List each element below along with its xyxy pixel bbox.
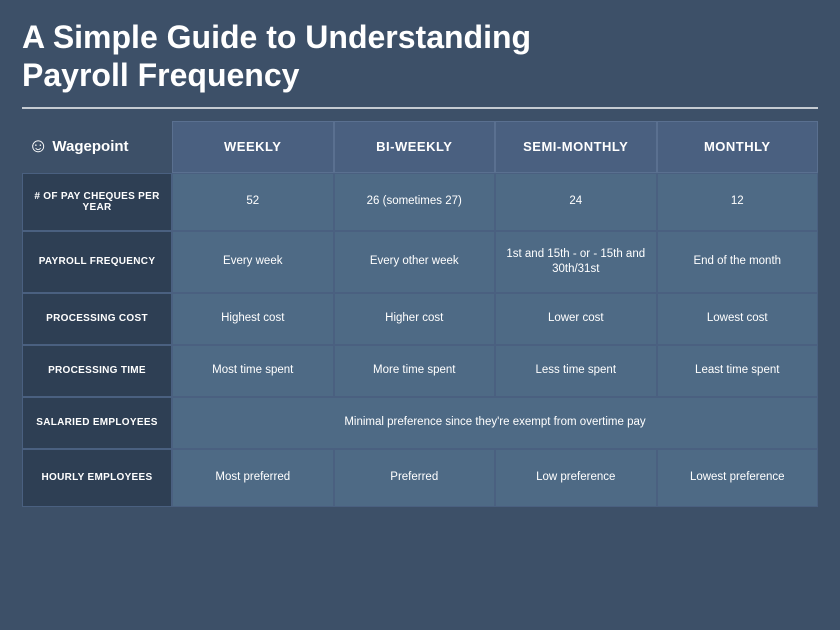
biweekly-paycheques: 26 (sometimes 27) (334, 173, 496, 231)
logo-cell: ☺ Wagepoint (22, 121, 172, 173)
logo-name: Wagepoint (52, 138, 128, 155)
col-monthly: MONTHLY 12 End of the month Lowest cost … (657, 121, 819, 616)
page-wrapper: A Simple Guide to Understanding Payroll … (0, 0, 840, 630)
page-title: A Simple Guide to Understanding Payroll … (22, 18, 818, 95)
semimonthly-time: Less time spent (495, 345, 657, 397)
divider (22, 107, 818, 109)
label-time: PROCESSING TIME (22, 345, 172, 397)
semimonthly-frequency: 1st and 15th - or - 15th and 30th/31st (495, 231, 657, 293)
header-semimonthly: SEMI-MONTHLY (495, 121, 657, 173)
col-semimonthly: SEMI-MONTHLY 24 1st and 15th - or - 15th… (495, 121, 657, 616)
biweekly-time: More time spent (334, 345, 496, 397)
biweekly-frequency: Every other week (334, 231, 496, 293)
main-table: ☺ Wagepoint # OF PAY CHEQUES PER YEAR PA… (22, 121, 818, 616)
col-biweekly: BI-WEEKLY 26 (sometimes 27) Every other … (334, 121, 496, 616)
weekly-hourly: Most preferred (172, 449, 334, 507)
semimonthly-hourly: Low preference (495, 449, 657, 507)
header-weekly: WEEKLY (172, 121, 334, 173)
logo-icon: ☺ (28, 135, 48, 158)
salaried-merged-cell: Minimal preference since they're exempt … (172, 397, 818, 449)
label-hourly: HOURLY EMPLOYEES (22, 449, 172, 507)
semimonthly-cost: Lower cost (495, 293, 657, 345)
weekly-cost: Highest cost (172, 293, 334, 345)
monthly-time: Least time spent (657, 345, 819, 397)
semimonthly-paycheques: 24 (495, 173, 657, 231)
monthly-hourly: Lowest preference (657, 449, 819, 507)
header-biweekly: BI-WEEKLY (334, 121, 496, 173)
header-monthly: MONTHLY (657, 121, 819, 173)
logo: ☺ Wagepoint (28, 135, 129, 158)
data-columns: WEEKLY 52 Every week Highest cost Most t… (172, 121, 818, 616)
weekly-frequency: Every week (172, 231, 334, 293)
col-weekly: WEEKLY 52 Every week Highest cost Most t… (172, 121, 334, 616)
biweekly-cost: Higher cost (334, 293, 496, 345)
label-column: ☺ Wagepoint # OF PAY CHEQUES PER YEAR PA… (22, 121, 172, 616)
weekly-paycheques: 52 (172, 173, 334, 231)
biweekly-hourly: Preferred (334, 449, 496, 507)
monthly-paycheques: 12 (657, 173, 819, 231)
weekly-time: Most time spent (172, 345, 334, 397)
monthly-cost: Lowest cost (657, 293, 819, 345)
label-paycheques: # OF PAY CHEQUES PER YEAR (22, 173, 172, 231)
label-salaried: SALARIED EMPLOYEES (22, 397, 172, 449)
label-cost: PROCESSING COST (22, 293, 172, 345)
label-frequency: PAYROLL FREQUENCY (22, 231, 172, 293)
monthly-frequency: End of the month (657, 231, 819, 293)
